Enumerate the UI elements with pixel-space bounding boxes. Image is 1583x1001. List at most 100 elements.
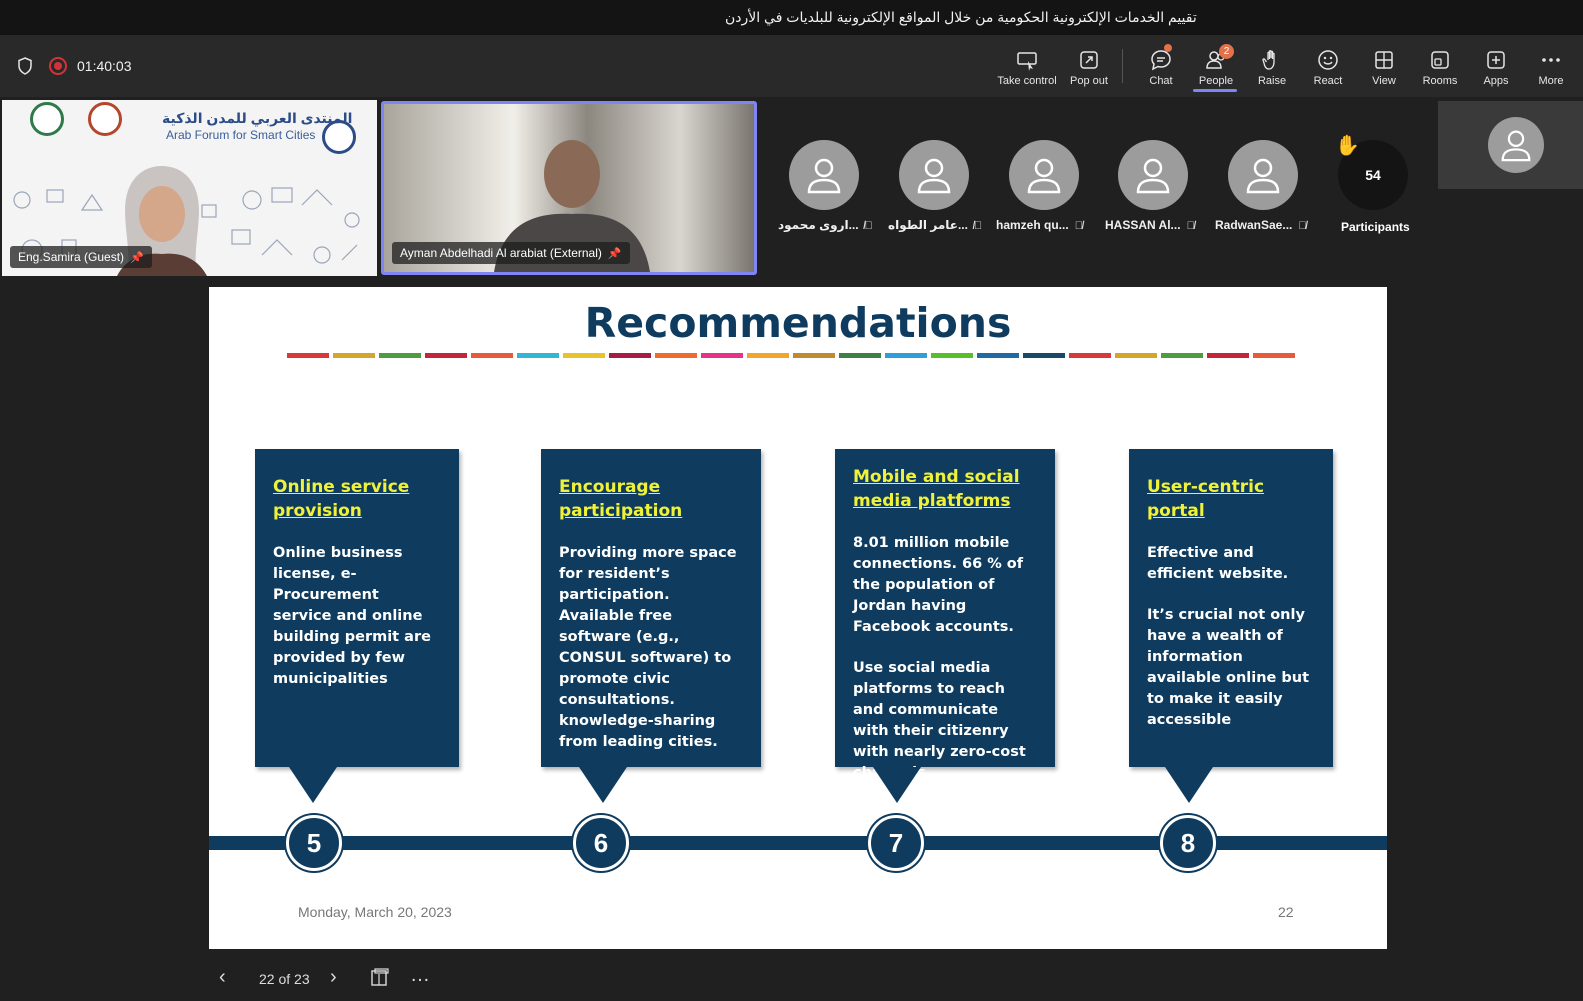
step-marker: 5 xyxy=(286,815,342,871)
forum-name-english: Arab Forum for Smart Cities xyxy=(166,128,316,142)
card-body: Effective and efficient website. xyxy=(1147,545,1289,582)
apps-button[interactable]: Apps xyxy=(1466,43,1526,93)
pop-out-label: Pop out xyxy=(1070,75,1108,87)
person-icon xyxy=(1136,158,1170,194)
rooms-label: Rooms xyxy=(1422,75,1458,87)
pin-icon[interactable]: 📌 xyxy=(608,248,622,260)
add-apps-icon xyxy=(1487,51,1505,69)
card-body: Use social media platforms to reach and … xyxy=(853,660,1026,781)
participant-avatar[interactable] xyxy=(1009,140,1079,210)
pop-out-icon xyxy=(1080,51,1098,69)
participant-avatar[interactable] xyxy=(1118,140,1188,210)
card-pointer xyxy=(289,767,337,803)
more-options-icon[interactable]: … xyxy=(410,964,431,987)
step-marker: 7 xyxy=(868,815,924,871)
participant-name: اروى محمود... xyxy=(778,218,859,232)
color-bar-segment xyxy=(1207,353,1249,358)
pin-icon[interactable]: 📌 xyxy=(130,252,144,264)
slide-date: Monday, March 20, 2023 xyxy=(298,904,452,920)
video-tile-ayman[interactable]: Ayman Abdelhadi Al arabiat (External) 📌 xyxy=(381,101,757,275)
view-button[interactable]: View xyxy=(1354,43,1414,93)
meeting-timer: 01:40:03 xyxy=(77,58,132,74)
participant-avatar[interactable] xyxy=(1228,140,1298,210)
participant-name: Ayman Abdelhadi Al arabiat (External) xyxy=(400,246,602,260)
card-body: It’s crucial not only have a wealth of i… xyxy=(1147,607,1310,728)
card-body: Providing more space for resident’s part… xyxy=(559,545,737,750)
chat-unread-dot xyxy=(1164,44,1172,52)
color-bar-segment xyxy=(885,353,927,358)
color-bar-segment xyxy=(333,353,375,358)
card-heading: Mobile and social media platforms xyxy=(853,467,1020,511)
more-dots-icon xyxy=(1542,58,1560,62)
window-title: تقييم الخدمات الإلكترونية الحكومية من خل… xyxy=(725,9,1197,25)
raise-hand-button[interactable]: Raise xyxy=(1242,43,1302,93)
color-bar-segment xyxy=(609,353,651,358)
raised-hand-icon: ✋ xyxy=(1335,135,1360,157)
pop-out-button[interactable]: Pop out xyxy=(1059,43,1119,93)
person-icon xyxy=(1501,130,1531,162)
participant-avatar[interactable] xyxy=(789,140,859,210)
person-icon xyxy=(1027,158,1061,194)
color-bar-segment xyxy=(1069,353,1111,358)
color-bar-segment xyxy=(287,353,329,358)
color-bar-segment xyxy=(1115,353,1157,358)
participant-label: RadwanSae... 🎙̸ xyxy=(1215,218,1307,232)
step-marker: 6 xyxy=(573,815,629,871)
previous-slide-icon[interactable]: ‹ xyxy=(219,966,226,989)
grid-view-icon xyxy=(1375,51,1393,69)
mic-off-icon: 🎙̸ xyxy=(1298,220,1307,232)
take-control-label: Take control xyxy=(997,75,1057,87)
shared-slide: Recommendations Online service provision… xyxy=(209,287,1387,949)
recommendation-card: Mobile and social media platforms 8.01 m… xyxy=(835,449,1055,781)
recommendation-card: Encourage participation Providing more s… xyxy=(541,449,761,767)
shield-icon[interactable] xyxy=(17,57,33,75)
color-bar-segment xyxy=(977,353,1019,358)
window-title-bar: تقييم الخدمات الإلكترونية الحكومية من خل… xyxy=(0,0,1583,35)
people-button[interactable]: People xyxy=(1186,43,1246,93)
color-bar-segment xyxy=(563,353,605,358)
card-heading: User-centric portal xyxy=(1147,477,1265,521)
card-body: Online business license, e-Procurement s… xyxy=(273,545,431,687)
card-pointer xyxy=(1165,767,1213,803)
rooms-button[interactable]: Rooms xyxy=(1410,43,1470,93)
people-badge: 2 xyxy=(1219,44,1234,59)
toolbar-divider xyxy=(1122,49,1123,83)
chat-button[interactable]: Chat xyxy=(1131,43,1191,93)
recommendation-card: Online service provision Online business… xyxy=(255,449,459,767)
react-label: React xyxy=(1313,75,1343,87)
participant-label: عامر الطواه... 🎙̸ xyxy=(888,218,982,232)
color-bar-segment xyxy=(1253,353,1295,358)
take-control-button[interactable]: Take control xyxy=(997,43,1057,93)
slide-page-number: 22 xyxy=(1278,904,1294,920)
hand-icon xyxy=(1262,50,1275,70)
participant-label: HASSAN Al... 🎙̸ xyxy=(1105,218,1195,232)
person-icon xyxy=(807,158,841,194)
participant-name: HASSAN Al... xyxy=(1105,218,1181,232)
color-bar-segment xyxy=(1023,353,1065,358)
color-bar-segment xyxy=(793,353,835,358)
card-body: 8.01 million mobile connections. 66 % of… xyxy=(853,535,1024,635)
color-bar-segment xyxy=(747,353,789,358)
more-button[interactable]: More xyxy=(1521,43,1581,93)
people-label: People xyxy=(1198,75,1234,87)
video-tile-samira[interactable]: المنتدى العربي للمدن الذكية Arab Forum f… xyxy=(2,100,377,276)
next-slide-icon[interactable]: › xyxy=(330,966,337,989)
react-button[interactable]: React xyxy=(1298,43,1358,93)
slide-navigation: ‹ 22 of 23 › … xyxy=(209,960,609,996)
participant-avatar[interactable] xyxy=(899,140,969,210)
person-icon xyxy=(917,158,951,194)
color-bar-segment xyxy=(1161,353,1203,358)
presenter-view-icon[interactable] xyxy=(371,968,389,986)
card-heading: Encourage participation xyxy=(559,477,683,521)
color-bar-segment xyxy=(471,353,513,358)
take-control-icon xyxy=(1017,52,1037,71)
color-bar-segment xyxy=(655,353,697,358)
organization-logo xyxy=(30,102,64,136)
color-bar-segment xyxy=(379,353,421,358)
color-bar-segment xyxy=(839,353,881,358)
self-video-tile[interactable] xyxy=(1438,101,1583,189)
card-pointer xyxy=(873,767,921,803)
mic-off-icon: 🎙̸ xyxy=(864,220,873,232)
participant-label: hamzeh qu... 🎙̸ xyxy=(996,218,1083,232)
view-label: View xyxy=(1372,75,1396,87)
